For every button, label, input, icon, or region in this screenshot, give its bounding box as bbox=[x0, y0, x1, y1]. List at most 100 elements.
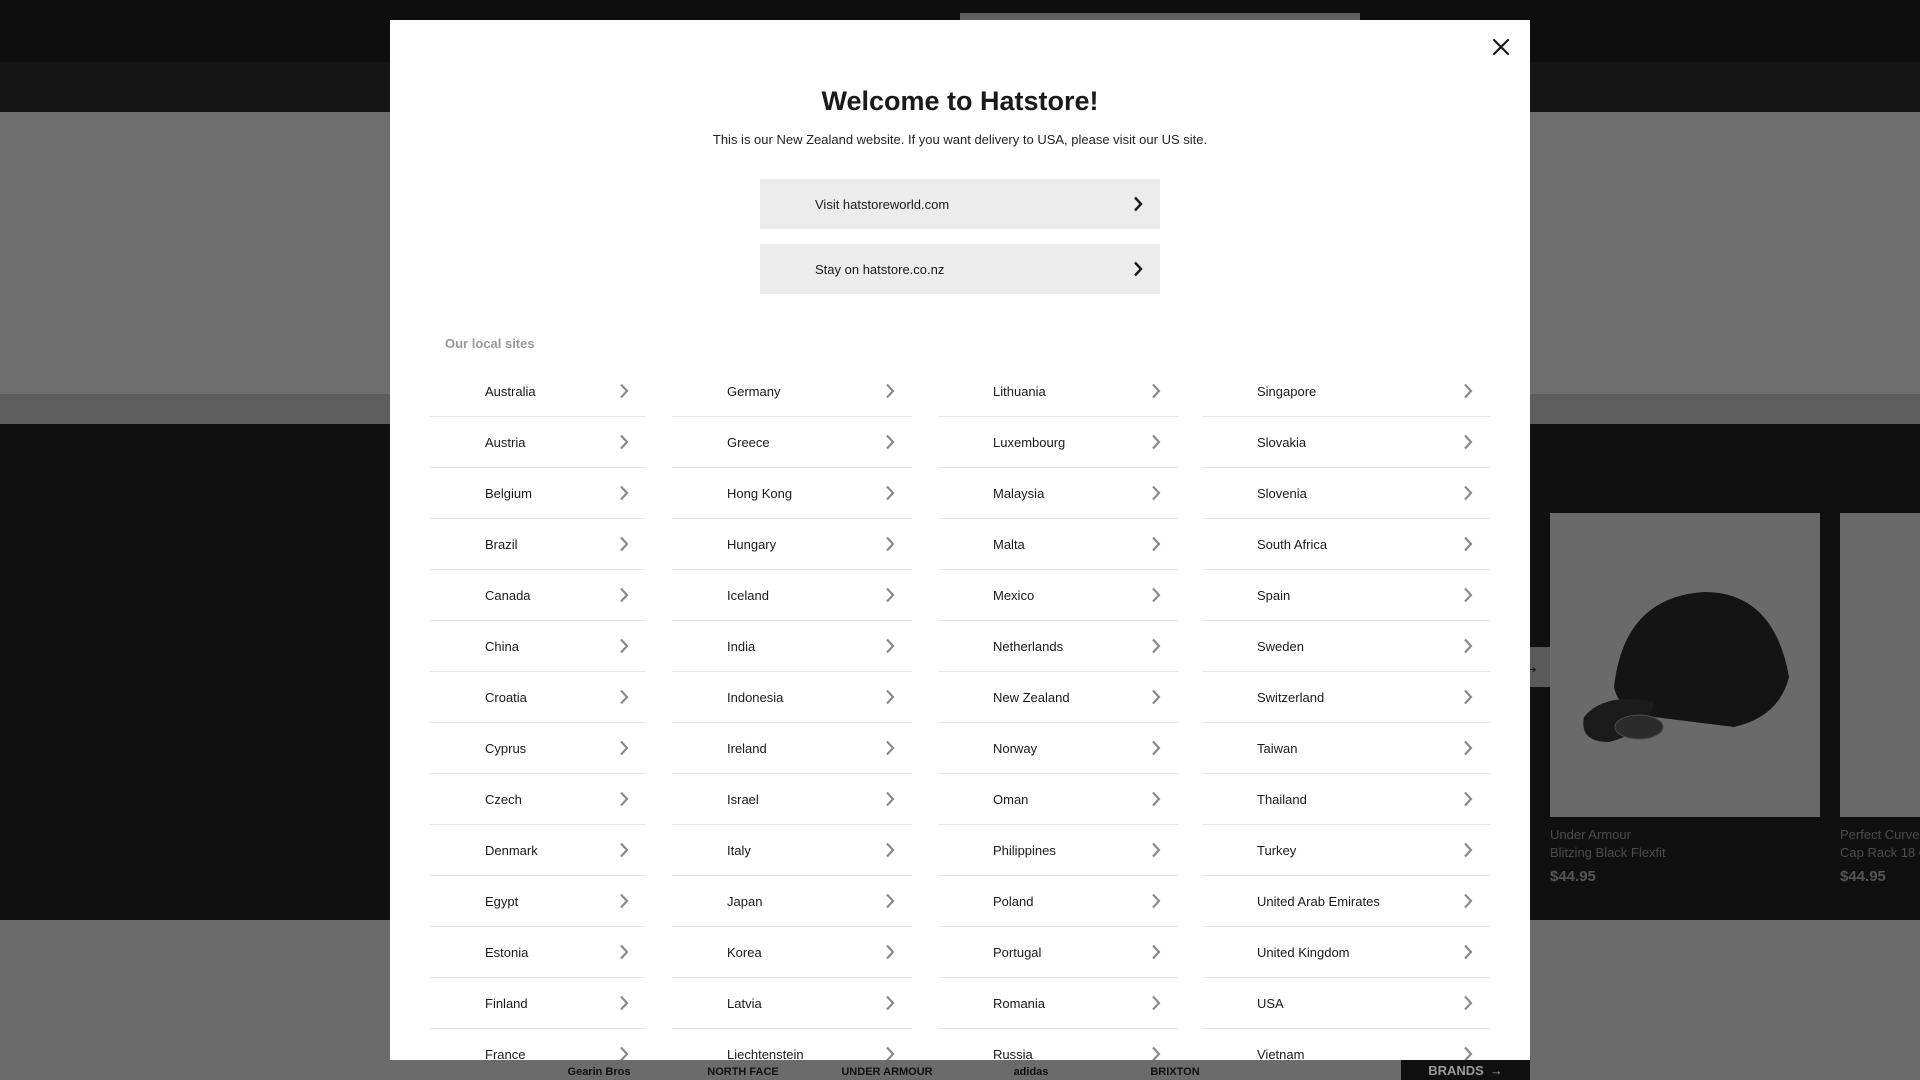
country-link[interactable]: Egypt bbox=[430, 876, 646, 927]
chevron-right-icon bbox=[1462, 943, 1474, 961]
country-name: Luxembourg bbox=[993, 434, 1066, 450]
country-name: Oman bbox=[993, 791, 1029, 807]
chevron-right-icon bbox=[1150, 382, 1162, 400]
country-link[interactable]: Latvia bbox=[672, 978, 912, 1029]
country-link[interactable]: Israel bbox=[672, 774, 912, 825]
country-link[interactable]: Ireland bbox=[672, 723, 912, 774]
product-card: Perfect Curve Cap Rack 18 C $44.95 bbox=[1840, 513, 1920, 885]
country-link[interactable]: Portugal bbox=[938, 927, 1178, 978]
country-link[interactable]: United Arab Emirates bbox=[1202, 876, 1490, 927]
chevron-right-icon bbox=[884, 994, 896, 1012]
chevron-right-icon bbox=[1462, 688, 1474, 706]
country-link[interactable]: Belgium bbox=[430, 468, 646, 519]
chevron-right-icon bbox=[1462, 586, 1474, 604]
country-link[interactable]: Netherlands bbox=[938, 621, 1178, 672]
country-link[interactable]: Germany bbox=[672, 366, 912, 417]
country-name: Spain bbox=[1257, 587, 1291, 603]
country-link[interactable]: Japan bbox=[672, 876, 912, 927]
country-link[interactable]: Malaysia bbox=[938, 468, 1178, 519]
chevron-right-icon bbox=[884, 484, 896, 502]
country-name: USA bbox=[1257, 995, 1284, 1011]
chevron-right-icon bbox=[1150, 739, 1162, 757]
country-link[interactable]: South Africa bbox=[1202, 519, 1490, 570]
country-name: Denmark bbox=[485, 842, 538, 858]
country-link[interactable]: Taiwan bbox=[1202, 723, 1490, 774]
stay-on-site-label: Stay on hatstore.co.nz bbox=[815, 261, 945, 277]
country-select-modal: Welcome to Hatstore! This is our New Zea… bbox=[390, 20, 1530, 1060]
country-link[interactable]: Sweden bbox=[1202, 621, 1490, 672]
country-link[interactable]: Hungary bbox=[672, 519, 912, 570]
country-link[interactable]: Liechtenstein bbox=[672, 1029, 912, 1060]
country-link[interactable]: Canada bbox=[430, 570, 646, 621]
country-link[interactable]: India bbox=[672, 621, 912, 672]
country-name: New Zealand bbox=[993, 689, 1070, 705]
chevron-right-icon bbox=[1150, 688, 1162, 706]
stay-on-site-button[interactable]: Stay on hatstore.co.nz bbox=[760, 244, 1160, 294]
country-link[interactable]: Lithuania bbox=[938, 366, 1178, 417]
chevron-right-icon bbox=[1150, 637, 1162, 655]
country-link[interactable]: New Zealand bbox=[938, 672, 1178, 723]
country-link[interactable]: Cyprus bbox=[430, 723, 646, 774]
modal-subtitle: This is our New Zealand website. If you … bbox=[712, 132, 1208, 147]
country-link[interactable]: Hong Kong bbox=[672, 468, 912, 519]
chevron-right-icon bbox=[884, 790, 896, 808]
brands-button-label: BRANDS bbox=[1428, 1062, 1484, 1078]
country-link[interactable]: Norway bbox=[938, 723, 1178, 774]
country-link[interactable]: Korea bbox=[672, 927, 912, 978]
country-link[interactable]: China bbox=[430, 621, 646, 672]
chevron-right-icon bbox=[1462, 484, 1474, 502]
chevron-right-icon bbox=[1462, 433, 1474, 451]
country-link[interactable]: Malta bbox=[938, 519, 1178, 570]
chevron-right-icon bbox=[618, 586, 630, 604]
country-link[interactable]: Singapore bbox=[1202, 366, 1490, 417]
country-link[interactable]: Brazil bbox=[430, 519, 646, 570]
country-link[interactable]: Turkey bbox=[1202, 825, 1490, 876]
product-card: Under Armour Blitzing Black Flexfit $44.… bbox=[1550, 513, 1820, 885]
country-name: India bbox=[727, 638, 756, 654]
country-name: Japan bbox=[727, 893, 763, 909]
country-link[interactable]: Indonesia bbox=[672, 672, 912, 723]
country-link[interactable]: Mexico bbox=[938, 570, 1178, 621]
country-link[interactable]: Austria bbox=[430, 417, 646, 468]
country-link[interactable]: Slovakia bbox=[1202, 417, 1490, 468]
country-link[interactable]: Oman bbox=[938, 774, 1178, 825]
country-link[interactable]: Luxembourg bbox=[938, 417, 1178, 468]
country-link[interactable]: Romania bbox=[938, 978, 1178, 1029]
country-link[interactable]: USA bbox=[1202, 978, 1490, 1029]
country-link[interactable]: France bbox=[430, 1029, 646, 1060]
country-name: Malta bbox=[993, 536, 1025, 552]
close-button[interactable] bbox=[1486, 32, 1516, 62]
chevron-right-icon bbox=[884, 943, 896, 961]
country-link[interactable]: Croatia bbox=[430, 672, 646, 723]
country-name: France bbox=[485, 1046, 526, 1061]
country-link[interactable]: Switzerland bbox=[1202, 672, 1490, 723]
country-name: United Arab Emirates bbox=[1257, 893, 1380, 909]
country-link[interactable]: Italy bbox=[672, 825, 912, 876]
country-column: Germany Greece Hong Kong Hungary Iceland Indi… bbox=[672, 366, 912, 1060]
country-link[interactable]: Thailand bbox=[1202, 774, 1490, 825]
country-link[interactable]: United Kingdom bbox=[1202, 927, 1490, 978]
product-name: Blitzing Black Flexfit bbox=[1550, 845, 1666, 860]
visit-world-site-button[interactable]: Visit hatstoreworld.com bbox=[760, 179, 1160, 229]
country-link[interactable]: Denmark bbox=[430, 825, 646, 876]
country-name: China bbox=[485, 638, 519, 654]
country-link[interactable]: Vietnam bbox=[1202, 1029, 1490, 1060]
country-link[interactable]: Slovenia bbox=[1202, 468, 1490, 519]
country-name: Ireland bbox=[727, 740, 767, 756]
country-name: Korea bbox=[727, 944, 762, 960]
product-name: Cap Rack 18 C bbox=[1840, 845, 1920, 860]
country-link[interactable]: Czech bbox=[430, 774, 646, 825]
chevron-right-icon bbox=[1150, 943, 1162, 961]
country-link[interactable]: Greece bbox=[672, 417, 912, 468]
country-link[interactable]: Spain bbox=[1202, 570, 1490, 621]
country-link[interactable]: Estonia bbox=[430, 927, 646, 978]
country-link[interactable]: Russia bbox=[938, 1029, 1178, 1060]
country-link[interactable]: Finland bbox=[430, 978, 646, 1029]
country-link[interactable]: Australia bbox=[430, 366, 646, 417]
country-link[interactable]: Iceland bbox=[672, 570, 912, 621]
country-link[interactable]: Poland bbox=[938, 876, 1178, 927]
country-name: Netherlands bbox=[993, 638, 1064, 654]
country-name: Canada bbox=[485, 587, 531, 603]
chevron-right-icon bbox=[1132, 260, 1144, 278]
country-link[interactable]: Philippines bbox=[938, 825, 1178, 876]
